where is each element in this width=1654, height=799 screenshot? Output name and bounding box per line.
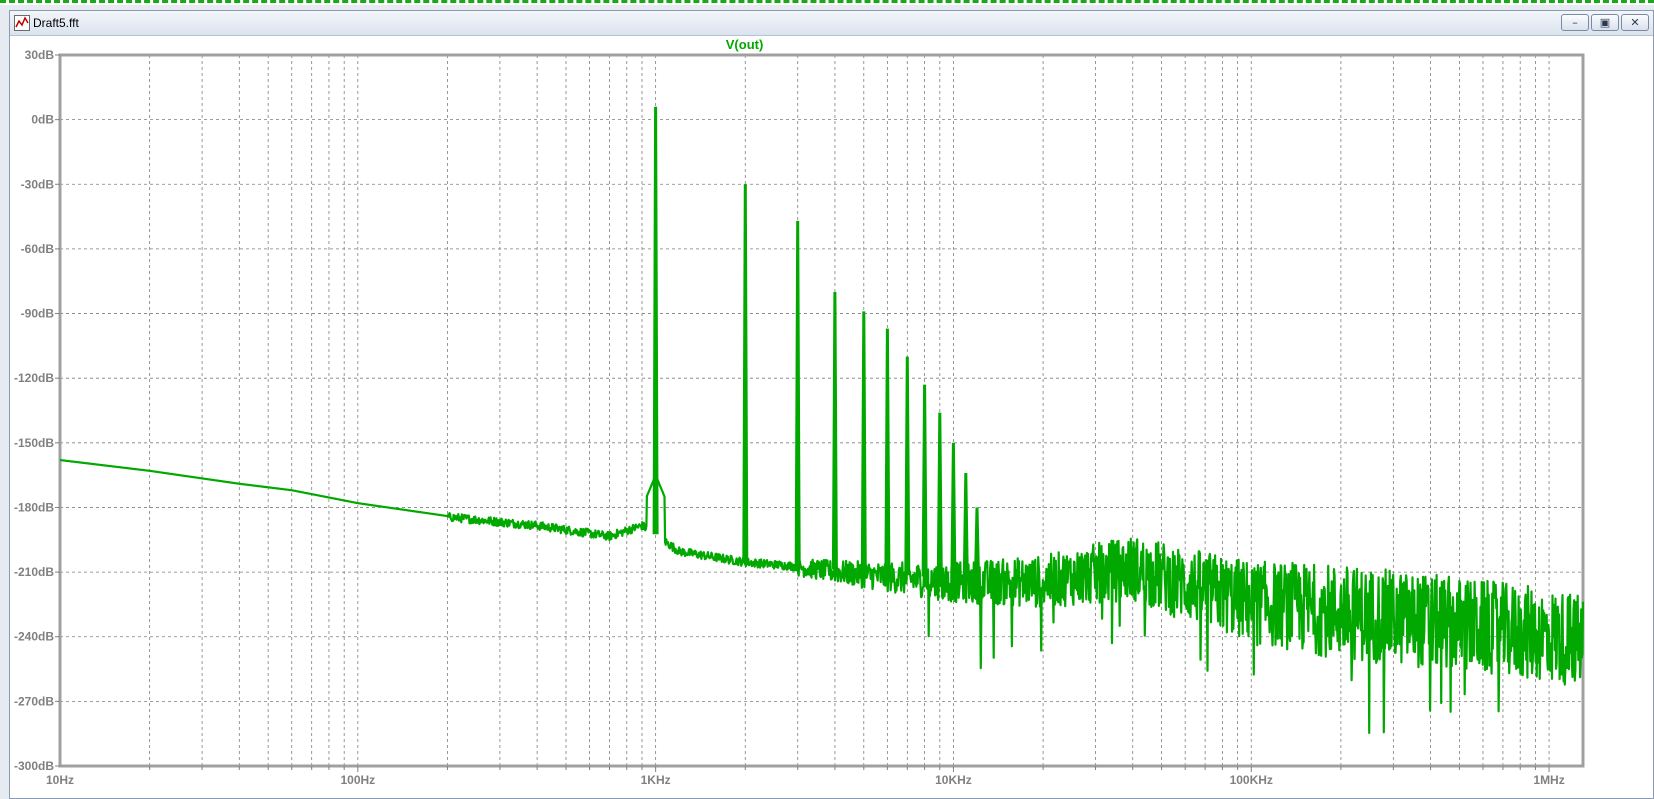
- x-tick-label: 10Hz: [46, 773, 74, 787]
- harmonic-peak: [936, 412, 943, 578]
- y-tick-label: -270dB: [14, 694, 54, 708]
- y-tick-label: -300dB: [14, 759, 54, 773]
- y-tick-label: -180dB: [14, 500, 54, 514]
- noise-floor-trace: [59, 459, 1585, 734]
- y-tick-label: 30dB: [25, 48, 55, 62]
- y-tick-label: -60dB: [21, 242, 55, 256]
- y-tick-label: -210dB: [14, 565, 54, 579]
- x-tick-label: 1KHz: [641, 773, 671, 787]
- harmonic-peak: [742, 184, 749, 562]
- y-tick-label: 0dB: [31, 113, 54, 127]
- harmonic-peak: [962, 472, 969, 579]
- harmonic-peak: [904, 356, 911, 576]
- x-tick-label: 10KHz: [935, 773, 972, 787]
- y-tick-label: -240dB: [14, 630, 54, 644]
- y-tick-label: -150dB: [14, 436, 54, 450]
- x-tick-label: 100Hz: [340, 773, 375, 787]
- harmonic-peak: [974, 507, 980, 579]
- harmonic-peak: [884, 328, 891, 574]
- fft-chart: 30dB 0dB -30dB -60dB -90dB -120dB -150dB -180dB…: [14, 37, 1585, 787]
- series-trace: [59, 106, 1585, 734]
- y-tick-label: -120dB: [14, 371, 54, 385]
- chart-title: V(out): [726, 37, 764, 52]
- y-tick-label: -30dB: [21, 177, 55, 191]
- harmonic-peak: [860, 311, 867, 573]
- harmonic-peak: [794, 220, 801, 566]
- harmonic-peak: [921, 384, 928, 577]
- x-tick-label: 100KHz: [1230, 773, 1273, 787]
- x-tick-label: 1MHz: [1533, 773, 1564, 787]
- harmonic-peak: [831, 291, 838, 570]
- harmonic-peak: [950, 442, 957, 579]
- y-tick-label: -90dB: [21, 307, 55, 321]
- tick-labels: 30dB 0dB -30dB -60dB -90dB -120dB -150dB -180dB…: [14, 48, 1565, 787]
- harmonic-peak: [652, 106, 659, 535]
